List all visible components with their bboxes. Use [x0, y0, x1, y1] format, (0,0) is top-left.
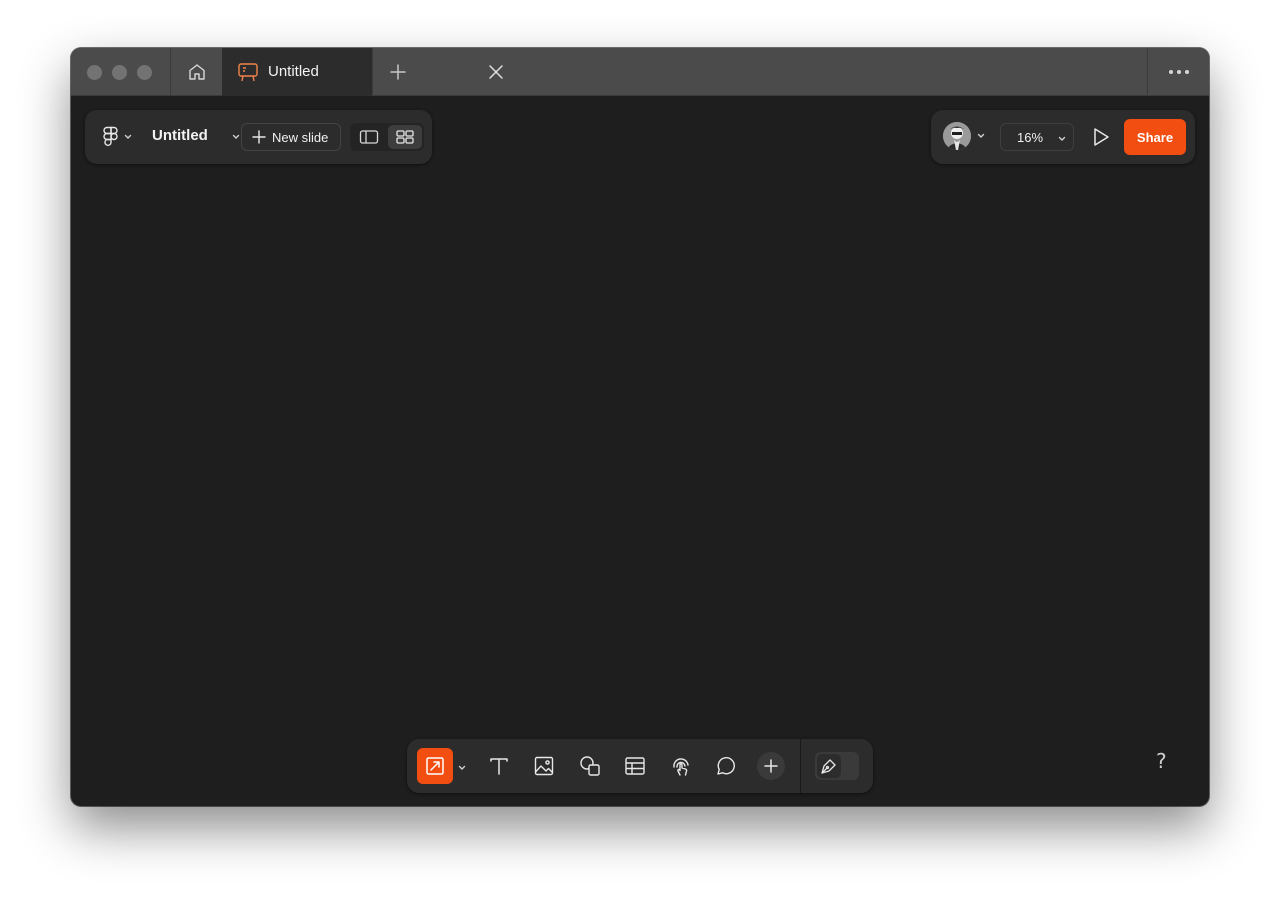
grid-view-button[interactable]	[388, 125, 422, 149]
chevron-down-icon	[977, 133, 985, 138]
plus-icon	[390, 64, 406, 80]
more-dot-icon	[1168, 70, 1173, 74]
table-tool[interactable]	[617, 748, 653, 784]
share-button[interactable]: Share	[1124, 119, 1186, 155]
app-window: Untitled Untitled New slide 16% Share ?	[71, 48, 1209, 806]
comment-icon	[717, 757, 735, 775]
image-icon	[534, 756, 554, 776]
interactive-tool[interactable]	[663, 748, 699, 784]
play-icon	[1094, 128, 1109, 146]
main-menu-button[interactable]	[103, 126, 133, 148]
tab-bar: Untitled	[71, 48, 1209, 96]
avatar	[943, 122, 971, 150]
zoom-dropdown[interactable]: 16%	[1000, 123, 1074, 151]
chevron-down-icon	[1057, 134, 1067, 144]
figma-logo-icon	[103, 126, 118, 147]
comment-tool[interactable]	[708, 748, 744, 784]
home-icon	[188, 64, 205, 80]
tab-title: Untitled	[268, 63, 319, 80]
file-name[interactable]: Untitled	[152, 127, 208, 144]
more-options-button[interactable]	[1147, 48, 1209, 96]
share-toolbar: 16% Share	[931, 110, 1195, 164]
divider	[372, 48, 373, 96]
grid-view-icon	[396, 130, 414, 144]
touch-icon	[673, 758, 689, 776]
divider	[800, 739, 801, 793]
draw-mode-toggle[interactable]	[815, 752, 859, 780]
bottom-toolbar	[407, 739, 873, 793]
table-icon	[625, 757, 645, 775]
home-button[interactable]	[171, 48, 222, 96]
file-toolbar: Untitled New slide	[85, 110, 432, 164]
tab-untitled[interactable]: Untitled	[222, 48, 503, 96]
toggle-knob	[817, 754, 841, 778]
shapes-icon	[580, 756, 600, 776]
zoom-value: 16%	[1017, 130, 1044, 145]
close-tab-icon[interactable]	[488, 64, 504, 80]
sidebar-view-icon	[359, 130, 379, 144]
new-tab-button[interactable]	[387, 61, 409, 83]
new-slide-button[interactable]: New slide	[241, 123, 341, 151]
chevron-down-icon[interactable]	[231, 132, 241, 142]
more-tools-button[interactable]	[753, 748, 789, 784]
text-icon	[490, 758, 508, 775]
text-tool[interactable]	[481, 748, 517, 784]
plus-icon	[252, 130, 266, 144]
window-controls	[87, 65, 152, 80]
single-slide-view-button[interactable]	[352, 125, 386, 149]
chevron-down-icon	[124, 134, 132, 139]
more-dot-icon	[1184, 70, 1189, 74]
slides-file-icon	[237, 61, 259, 83]
plus-icon	[764, 759, 778, 773]
present-button[interactable]	[1092, 127, 1110, 147]
collaborators-button[interactable]	[943, 122, 986, 150]
maximize-window-button[interactable]	[137, 65, 152, 80]
minimize-window-button[interactable]	[112, 65, 127, 80]
chevron-down-icon[interactable]	[457, 763, 467, 773]
view-toggle	[350, 123, 424, 151]
shape-tool[interactable]	[572, 748, 608, 784]
new-slide-label: New slide	[272, 129, 329, 145]
pen-icon	[821, 759, 836, 774]
smart-selection-tool[interactable]	[417, 748, 453, 784]
close-window-button[interactable]	[87, 65, 102, 80]
arrow-box-icon	[426, 757, 444, 775]
more-dot-icon	[1176, 70, 1181, 74]
help-button[interactable]: ?	[1156, 749, 1167, 773]
image-tool[interactable]	[526, 748, 562, 784]
